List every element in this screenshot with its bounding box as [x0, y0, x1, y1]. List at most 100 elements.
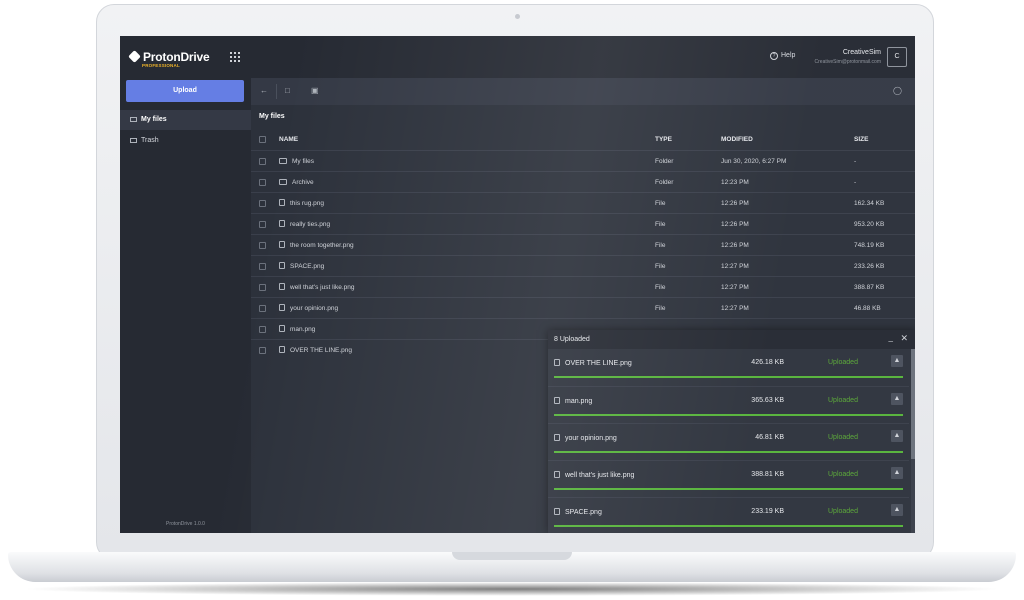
upload-file-name: OVER THE LINE.png: [565, 360, 632, 367]
cell-name: My files: [279, 151, 314, 172]
avatar[interactable]: C: [887, 47, 907, 67]
cell-name: OVER THE LINE.png: [279, 340, 352, 361]
upload-progress-bar: [554, 414, 903, 416]
file-name: your opinion.png: [290, 305, 339, 312]
row-checkbox[interactable]: [259, 284, 266, 291]
sidebar-item-my-files[interactable]: My files: [120, 110, 251, 130]
upload-file-name: SPACE.png: [565, 509, 602, 516]
cell-modified: 12:27 PM: [721, 305, 749, 312]
upload-action-icon[interactable]: ▲: [891, 504, 903, 516]
file-icon: [554, 397, 560, 404]
minimize-icon[interactable]: _: [889, 333, 893, 343]
help-button[interactable]: ? Help: [770, 52, 795, 60]
table-row[interactable]: Archive Folder 12:23 PM -: [251, 171, 915, 192]
upload-name: SPACE.png: [554, 508, 602, 516]
table-row[interactable]: SPACE.png File 12:27 PM 233.26 KB: [251, 255, 915, 276]
cell-modified: 12:26 PM: [721, 221, 749, 228]
cell-type: File: [655, 284, 666, 291]
column-name[interactable]: NAME: [279, 129, 298, 150]
cell-size: 388.87 KB: [854, 284, 885, 291]
apps-grid-icon[interactable]: [230, 52, 240, 62]
upload-action-icon[interactable]: ▲: [891, 467, 903, 479]
upload-progress-bar: [554, 451, 903, 453]
upload-panel: 8 Uploaded _ ✕ OVER THE LINE.png 426.18 K…: [548, 330, 915, 533]
upload-size: 233.19 KB: [751, 508, 784, 515]
upload-panel-title: 8 Uploaded: [554, 336, 590, 343]
row-checkbox[interactable]: [259, 179, 266, 186]
upload-file-name: man.png: [565, 398, 593, 405]
file-icon: [554, 508, 560, 515]
row-checkbox[interactable]: [259, 305, 266, 312]
sidebar: Upload My files Trash ProtonDrive 1.0.0: [120, 78, 251, 533]
folder-icon: [279, 158, 287, 164]
upload-item: SPACE.png 233.19 KB Uploaded ▲: [548, 497, 909, 533]
column-modified[interactable]: MODIFIED: [721, 129, 753, 150]
upload-status: Uploaded: [828, 434, 858, 441]
row-checkbox[interactable]: [259, 326, 266, 333]
cell-size: 748.19 KB: [854, 242, 885, 249]
screen: ProtonDrive PROFESSIONAL ? Help CreativeS…: [120, 36, 915, 533]
row-checkbox[interactable]: [259, 263, 266, 270]
logo-plan: PROFESSIONAL: [142, 63, 180, 68]
back-arrow-icon[interactable]: ←: [260, 87, 270, 95]
table-header: NAME TYPE MODIFIED SIZE: [251, 129, 915, 150]
upload-status: Uploaded: [828, 471, 858, 478]
upload-name: well that's just like.png: [554, 471, 634, 479]
upload-item: man.png 365.63 KB Uploaded ▲: [548, 386, 909, 423]
cell-name: man.png: [279, 319, 315, 340]
info-icon[interactable]: ◯: [893, 87, 903, 95]
row-checkbox[interactable]: [259, 347, 266, 354]
upload-folder-icon[interactable]: ▣: [311, 87, 321, 95]
toolbar-divider: [276, 84, 277, 99]
help-icon: ?: [770, 52, 778, 60]
cell-name: this rug.png: [279, 193, 324, 214]
upload-progress-bar: [554, 376, 903, 378]
upload-action-icon[interactable]: ▲: [891, 393, 903, 405]
file-icon: [279, 346, 285, 353]
cell-type: Folder: [655, 158, 674, 165]
row-checkbox[interactable]: [259, 158, 266, 165]
table-row[interactable]: your opinion.png File 12:27 PM 46.88 KB: [251, 297, 915, 318]
upload-size: 46.81 KB: [755, 434, 784, 441]
close-icon[interactable]: ✕: [900, 333, 908, 343]
row-checkbox[interactable]: [259, 242, 266, 249]
select-all-checkbox[interactable]: [259, 136, 266, 143]
cell-type: File: [655, 200, 666, 207]
upload-item: OVER THE LINE.png 426.18 KB Uploaded ▲: [548, 349, 909, 386]
table-row[interactable]: the room together.png File 12:26 PM 748.19 …: [251, 234, 915, 255]
upload-item: your opinion.png 46.81 KB Uploaded ▲: [548, 423, 909, 460]
column-size[interactable]: SIZE: [854, 129, 868, 150]
table-row[interactable]: well that's just like.png File 12:27 PM 388…: [251, 276, 915, 297]
cell-type: File: [655, 305, 666, 312]
file-icon: [554, 471, 560, 478]
cell-size: 46.88 KB: [854, 305, 881, 312]
row-checkbox[interactable]: [259, 200, 266, 207]
column-type[interactable]: TYPE: [655, 129, 672, 150]
table-row[interactable]: My files Folder Jun 30, 2020, 6:27 PM -: [251, 150, 915, 171]
file-icon: [279, 262, 285, 269]
upload-action-icon[interactable]: ▲: [891, 430, 903, 442]
cell-name: your opinion.png: [279, 298, 338, 319]
logo[interactable]: ProtonDrive: [128, 50, 210, 64]
row-checkbox[interactable]: [259, 221, 266, 228]
cell-size: 953.20 KB: [854, 221, 885, 228]
file-icon: [554, 359, 560, 366]
sidebar-item-label: Trash: [141, 137, 159, 144]
sidebar-item-trash[interactable]: Trash: [120, 131, 251, 151]
upload-action-icon[interactable]: ▲: [891, 355, 903, 367]
upload-file-name: well that's just like.png: [565, 472, 635, 479]
help-label: Help: [781, 52, 796, 59]
cell-name: the room together.png: [279, 235, 354, 256]
upload-item: well that's just like.png 388.81 KB Upload…: [548, 460, 909, 497]
upload-panel-scrollbar[interactable]: [911, 349, 915, 533]
cell-size: 162.34 KB: [854, 200, 885, 207]
upload-status: Uploaded: [828, 359, 858, 366]
new-folder-icon[interactable]: □: [285, 87, 295, 95]
upload-button[interactable]: Upload: [126, 80, 244, 102]
table-row[interactable]: really ties.png File 12:26 PM 953.20 KB: [251, 213, 915, 234]
table-row[interactable]: this rug.png File 12:26 PM 162.34 KB: [251, 192, 915, 213]
cell-name: really ties.png: [279, 214, 330, 235]
file-name: My files: [292, 158, 315, 165]
folder-icon: [279, 179, 287, 185]
file-icon: [554, 434, 560, 441]
